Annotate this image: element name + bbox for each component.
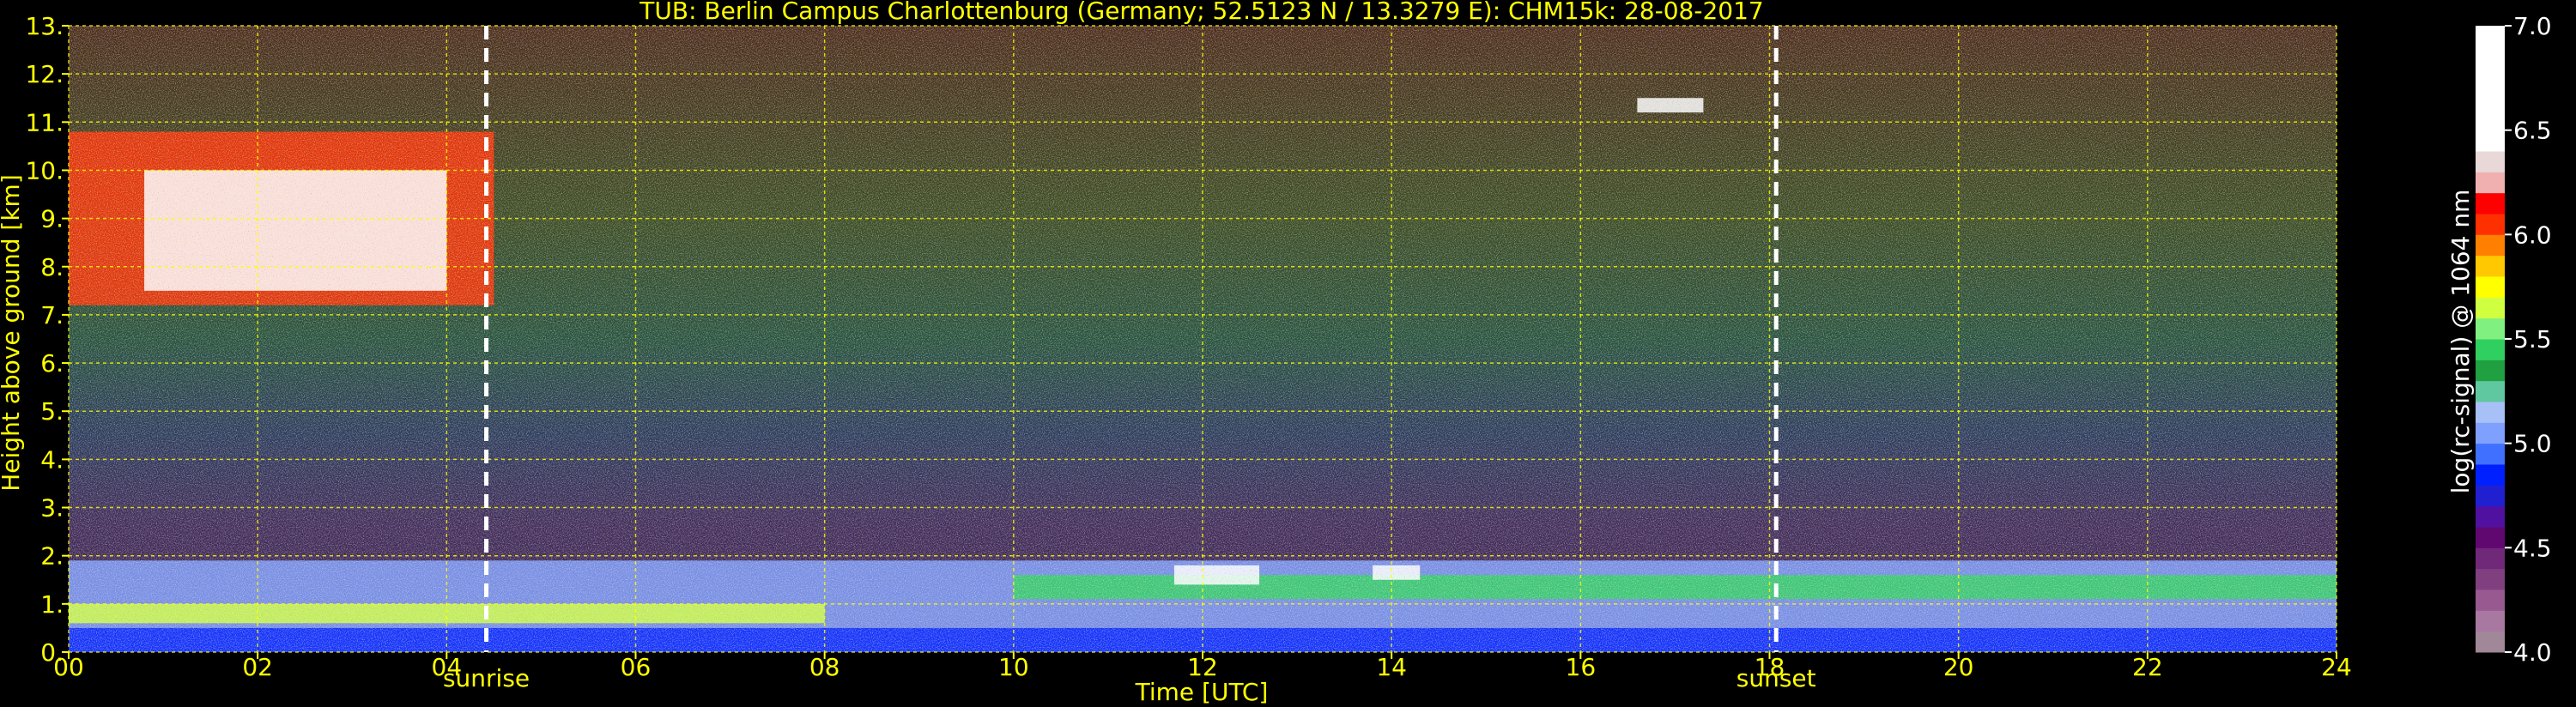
y-tick-label: 1.	[40, 590, 64, 619]
x-tick-label: 24	[2321, 653, 2352, 681]
colorbar-level	[2476, 297, 2505, 319]
colorbar-ticks: 4.0 4.5 5.0 5.5 6.0 6.5 7.0	[2505, 12, 2552, 667]
y-tick-label: 10.	[25, 156, 64, 184]
x-tick-label: 08	[809, 653, 840, 681]
colorbar-tick-label: 6.0	[2513, 221, 2552, 249]
y-tick-label: 9.	[40, 205, 64, 233]
colorbar-level	[2476, 568, 2505, 590]
x-axis-label: Time [UTC]	[1135, 678, 1269, 706]
y-axis-label: Height above ground [km]	[0, 174, 25, 492]
colorbar-level	[2476, 360, 2505, 382]
colorbar-level	[2476, 631, 2505, 653]
colorbar-level	[2476, 339, 2505, 360]
sunrise-label: sunrise	[443, 664, 530, 692]
colorbar-level	[2476, 422, 2505, 444]
ceilometer-chart: 00 02 04 06 08 10 12 14 16 18 20 22 24 0.1.2.3.4.5.6…	[0, 0, 2552, 706]
colorbar-level	[2476, 402, 2505, 423]
colorbar-level	[2476, 527, 2505, 548]
colorbar-level	[2476, 192, 2505, 215]
colorbar-level	[2476, 214, 2505, 235]
y-tick-label: 11.	[25, 108, 64, 136]
y-tick-label: 3.	[40, 494, 64, 523]
colorbar-level	[2476, 255, 2505, 277]
colorbar-tick-label: 4.5	[2513, 534, 2552, 562]
x-tick-label: 22	[2132, 653, 2163, 681]
colorbar-tick-label: 5.5	[2513, 325, 2552, 354]
x-tick-label: 14	[1376, 653, 1407, 681]
colorbar-level	[2476, 380, 2505, 402]
x-tick-label: 06	[621, 653, 652, 681]
colorbar-label: log(rc-signal) @ 1064 nm	[2446, 190, 2475, 494]
colorbar-level	[2476, 485, 2505, 507]
colorbar-level	[2476, 589, 2505, 611]
y-tick-label: 5.	[40, 397, 64, 426]
y-tick-label: 13.	[25, 12, 64, 40]
plot-area	[68, 25, 2337, 653]
sunset-label: sunset	[1737, 664, 1816, 692]
y-tick-label: 8.	[40, 253, 64, 281]
x-tick-label: 20	[1943, 653, 1974, 681]
colorbar-level	[2476, 443, 2505, 465]
colorbar-level	[2476, 26, 2505, 152]
y-tick-label: 4.	[40, 445, 64, 474]
colorbar-level	[2476, 276, 2505, 298]
x-tick-label: 10	[998, 653, 1029, 681]
colorbar-level	[2476, 547, 2505, 570]
y-tick-label: 12.	[25, 60, 64, 88]
colorbar-level	[2476, 610, 2505, 632]
colorbar-level	[2476, 505, 2505, 528]
x-tick-label: 02	[242, 653, 273, 681]
colorbar-level	[2476, 172, 2505, 194]
colorbar-level	[2476, 234, 2505, 257]
y-axis-ticks: 0. 1. 2. 3. 4. 5. 6. 7. 8. 9. 10. 11. 12. 13.	[25, 12, 69, 667]
colorbar-tick-label: 7.0	[2513, 12, 2552, 40]
y-tick-label: 7.	[40, 301, 64, 329]
colorbar-tick-label: 6.5	[2513, 117, 2552, 145]
x-axis-ticks: 00 02 04 06 08 10 12 14 16 18 20 22 24	[53, 652, 2352, 681]
colorbar-level	[2476, 151, 2505, 172]
y-tick-label: 6.	[40, 349, 64, 378]
chart-title: TUB: Berlin Campus Charlottenburg (Germa…	[639, 0, 1763, 25]
colorbar-tick-label: 5.0	[2513, 430, 2552, 458]
y-tick-label: 2.	[40, 542, 64, 571]
x-tick-label: 16	[1566, 653, 1597, 681]
colorbar-level	[2476, 464, 2505, 486]
colorbar-tick-label: 4.0	[2513, 638, 2552, 667]
colorbar: 4.0 4.5 5.0 5.5 6.0 6.5 7.0 log(rc-signal) @ 1…	[2446, 12, 2552, 667]
y-tick-label: 0.	[40, 638, 64, 667]
signal-noise-color	[69, 26, 2337, 652]
colorbar-level	[2476, 317, 2505, 340]
colorbar-levels	[2476, 26, 2505, 653]
